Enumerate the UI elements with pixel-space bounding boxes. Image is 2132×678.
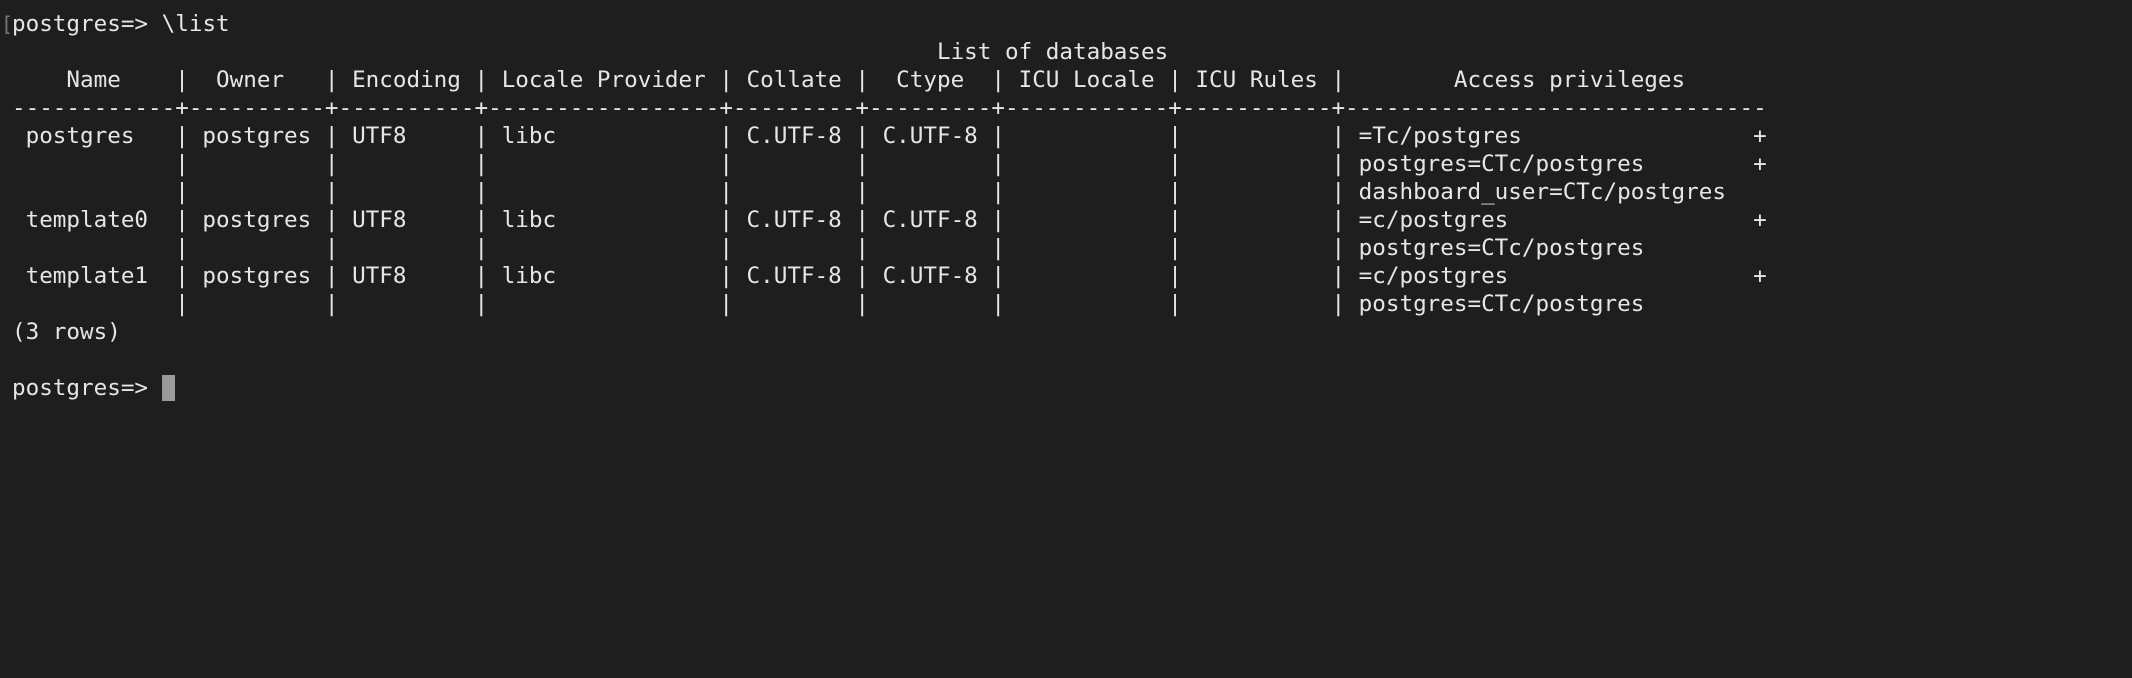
output-line: | | | | | | | | postgres=CTc/postgres + bbox=[12, 151, 1767, 177]
prompt-text: postgres=> bbox=[12, 11, 162, 37]
output-line: | | | | | | | | postgres=CTc/postgres bbox=[12, 291, 1645, 317]
output-line: template1 | postgres | UTF8 | libc | C.U… bbox=[12, 263, 1767, 289]
output-line: | | | | | | | | postgres=CTc/postgres bbox=[12, 235, 1645, 261]
terminal-window[interactable]: [ postgres=> \list List of databases Nam… bbox=[0, 0, 2132, 678]
output-line: postgres | postgres | UTF8 | libc | C.UT… bbox=[12, 123, 1767, 149]
prompt-text: postgres=> bbox=[12, 375, 162, 401]
active-prompt-line[interactable]: postgres=> bbox=[12, 374, 2132, 402]
psql-output: List of databases Name | Owner | Encodin… bbox=[12, 38, 2132, 374]
output-line: Name | Owner | Encoding | Locale Provide… bbox=[12, 67, 1686, 93]
output-line: ------------+----------+----------+-----… bbox=[12, 95, 1767, 121]
output-line: List of databases bbox=[12, 39, 1169, 65]
output-line: | | | | | | | | dashboard_user=CTc/postg… bbox=[12, 179, 1726, 205]
line-mark-bracket: [ bbox=[1, 12, 14, 36]
text-cursor[interactable] bbox=[161, 375, 175, 401]
output-line: (3 rows) bbox=[12, 319, 121, 345]
command-text: \list bbox=[161, 11, 230, 37]
command-line: postgres=> \list bbox=[12, 10, 2132, 38]
output-line: template0 | postgres | UTF8 | libc | C.U… bbox=[12, 207, 1767, 233]
